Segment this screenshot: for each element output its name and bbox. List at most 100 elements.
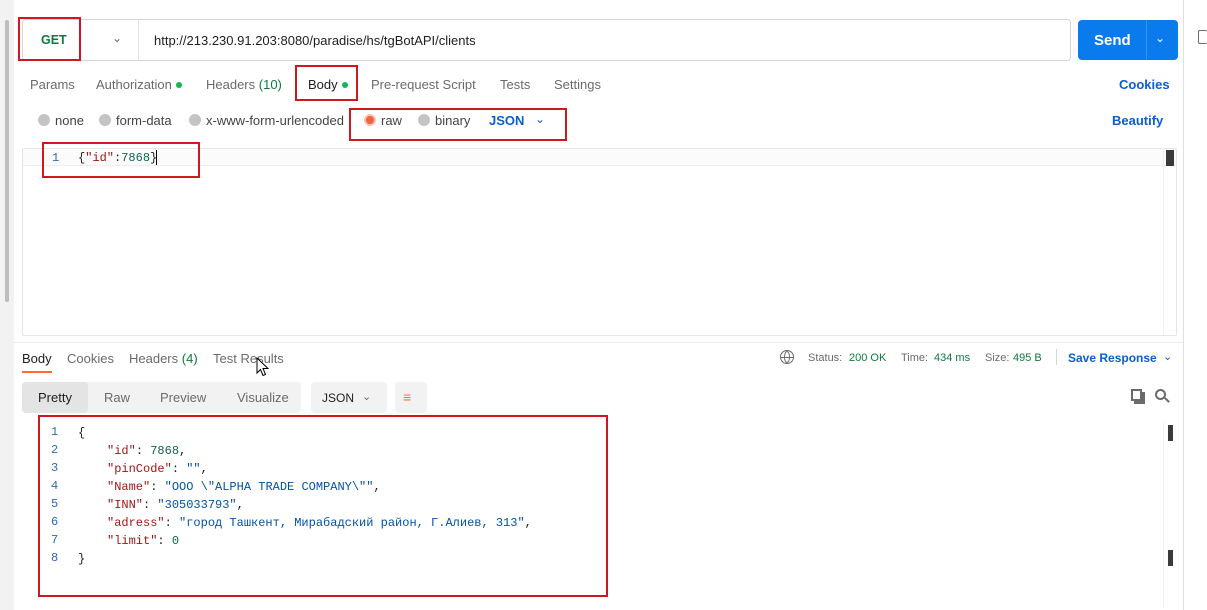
- json-line: "adress": "город Ташкент, Мирабадский ра…: [107, 516, 532, 530]
- radio-raw[interactable]: [364, 114, 376, 126]
- json-key: "INN": [107, 498, 144, 512]
- time-label: Time:: [901, 352, 929, 364]
- divider: [138, 20, 139, 60]
- brace: {: [78, 426, 86, 440]
- response-tab-test-results[interactable]: Test Results: [213, 351, 284, 366]
- active-tab-underline: [22, 371, 52, 373]
- chevron-down-icon[interactable]: ⌄: [1163, 350, 1172, 363]
- radio-binary[interactable]: [418, 114, 430, 126]
- line-number: 1: [51, 425, 59, 439]
- response-scrollbar-marker: [1168, 550, 1173, 566]
- response-tab-headers[interactable]: Headers (4): [129, 351, 198, 366]
- response-tab-body[interactable]: Body: [22, 351, 52, 366]
- chevron-down-icon[interactable]: ⌄: [362, 390, 371, 403]
- beautify-button[interactable]: Beautify: [1112, 113, 1163, 128]
- radio-none[interactable]: [38, 114, 50, 126]
- status-label: Status:: [808, 352, 843, 364]
- json-line: "pinCode": "",: [107, 462, 208, 476]
- view-preview[interactable]: Preview: [160, 390, 206, 405]
- tab-headers-label: Headers: [206, 77, 256, 92]
- response-format-label[interactable]: JSON: [322, 391, 354, 405]
- status-dot-icon: [341, 81, 348, 88]
- chevron-down-icon[interactable]: ⌄: [112, 31, 122, 45]
- tab-settings[interactable]: Settings: [554, 77, 601, 92]
- request-body-code[interactable]: {"id":7868}: [78, 151, 157, 165]
- annotation-box-response-body: [38, 415, 608, 597]
- active-line-highlight: [23, 149, 1176, 166]
- radio-form-data[interactable]: [99, 114, 111, 126]
- left-scrollbar-thumb[interactable]: [5, 20, 9, 302]
- tab-pre-request-script[interactable]: Pre-request Script: [371, 77, 476, 92]
- time-value[interactable]: 434 ms: [934, 352, 970, 364]
- tab-headers-count: (10): [258, 77, 282, 92]
- text-caret: [156, 150, 157, 165]
- tab-body[interactable]: Body: [308, 77, 348, 92]
- json-value: "305033793": [157, 498, 237, 512]
- radio-binary-label[interactable]: binary: [435, 113, 470, 128]
- line-number: 4: [51, 479, 59, 493]
- method-select[interactable]: GET: [41, 33, 67, 47]
- editor-scrollbar-thumb[interactable]: [1166, 150, 1174, 166]
- json-line: "Name": "ООО \"ALPHA TRADE COMPANY\"",: [107, 480, 381, 494]
- radio-form-data-label[interactable]: form-data: [116, 113, 172, 128]
- comma: ,: [200, 462, 208, 476]
- json-value: 7868: [121, 151, 151, 165]
- tab-tests[interactable]: Tests: [500, 77, 530, 92]
- search-icon-handle: [1164, 397, 1170, 403]
- response-scrollbar[interactable]: [1163, 423, 1164, 608]
- line-number: 5: [51, 497, 59, 511]
- tab-params[interactable]: Params: [30, 77, 75, 92]
- status-dot-icon: [175, 81, 182, 88]
- line-number: 2: [51, 443, 59, 457]
- wrap-lines-icon[interactable]: ≡: [403, 389, 411, 405]
- line-number: 6: [51, 515, 59, 529]
- view-pretty[interactable]: Pretty: [38, 390, 72, 405]
- save-response-button[interactable]: Save Response: [1068, 351, 1157, 365]
- json-line: "limit": 0: [107, 534, 180, 548]
- send-options-chevron-icon[interactable]: ⌄: [1155, 31, 1165, 45]
- json-value: "город Ташкент, Мирабадский район, Г.Али…: [179, 516, 525, 530]
- divider: [1056, 349, 1057, 365]
- view-raw[interactable]: Raw: [104, 390, 130, 405]
- response-tab-cookies[interactable]: Cookies: [67, 351, 114, 366]
- tab-body-label: Body: [308, 77, 338, 92]
- json-key: "pinCode": [107, 462, 172, 476]
- copy-icon[interactable]: [1131, 389, 1142, 401]
- line-number: 8: [51, 551, 59, 565]
- json-key: "limit": [107, 534, 158, 548]
- url-input[interactable]: http://213.230.91.203:8080/paradise/hs/t…: [154, 33, 476, 48]
- tab-authorization[interactable]: Authorization: [96, 77, 182, 92]
- body-format-select[interactable]: JSON: [489, 113, 524, 128]
- radio-raw-label[interactable]: raw: [381, 113, 402, 128]
- json-value: "ООО \"ALPHA TRADE COMPANY\"": [164, 480, 374, 494]
- tab-headers[interactable]: Headers (10): [206, 77, 282, 92]
- editor-scrollbar[interactable]: [1163, 150, 1177, 335]
- chevron-down-icon[interactable]: ⌄: [535, 112, 545, 126]
- view-visualize[interactable]: Visualize: [237, 390, 289, 405]
- right-panel-divider: [1183, 0, 1184, 610]
- size-label: Size:: [985, 352, 1010, 364]
- json-key: "id": [85, 151, 115, 165]
- radio-urlencoded-label[interactable]: x-www-form-urlencoded: [206, 113, 344, 128]
- send-divider: [1146, 20, 1147, 60]
- radio-none-label[interactable]: none: [55, 113, 84, 128]
- send-button-label[interactable]: Send: [1094, 32, 1131, 49]
- json-value: 0: [171, 534, 180, 548]
- json-line: "id": 7868,: [107, 444, 187, 458]
- request-body-editor[interactable]: [22, 148, 1177, 336]
- line-number: 1: [52, 151, 60, 165]
- json-line: "INN": "305033793",: [107, 498, 244, 512]
- json-key: "adress": [107, 516, 165, 530]
- json-value: "": [186, 462, 201, 476]
- documentation-icon[interactable]: [1198, 30, 1207, 44]
- comma: ,: [179, 444, 187, 458]
- status-value[interactable]: 200 OK: [849, 352, 886, 364]
- comma: ,: [373, 480, 381, 494]
- radio-urlencoded[interactable]: [189, 114, 201, 126]
- json-value: 7868: [150, 444, 180, 458]
- response-tab-headers-label: Headers: [129, 351, 179, 366]
- size-value[interactable]: 495 B: [1013, 352, 1042, 364]
- response-tab-headers-count: (4): [181, 351, 198, 366]
- response-scrollbar-thumb[interactable]: [1168, 425, 1173, 441]
- cookies-link[interactable]: Cookies: [1119, 77, 1170, 92]
